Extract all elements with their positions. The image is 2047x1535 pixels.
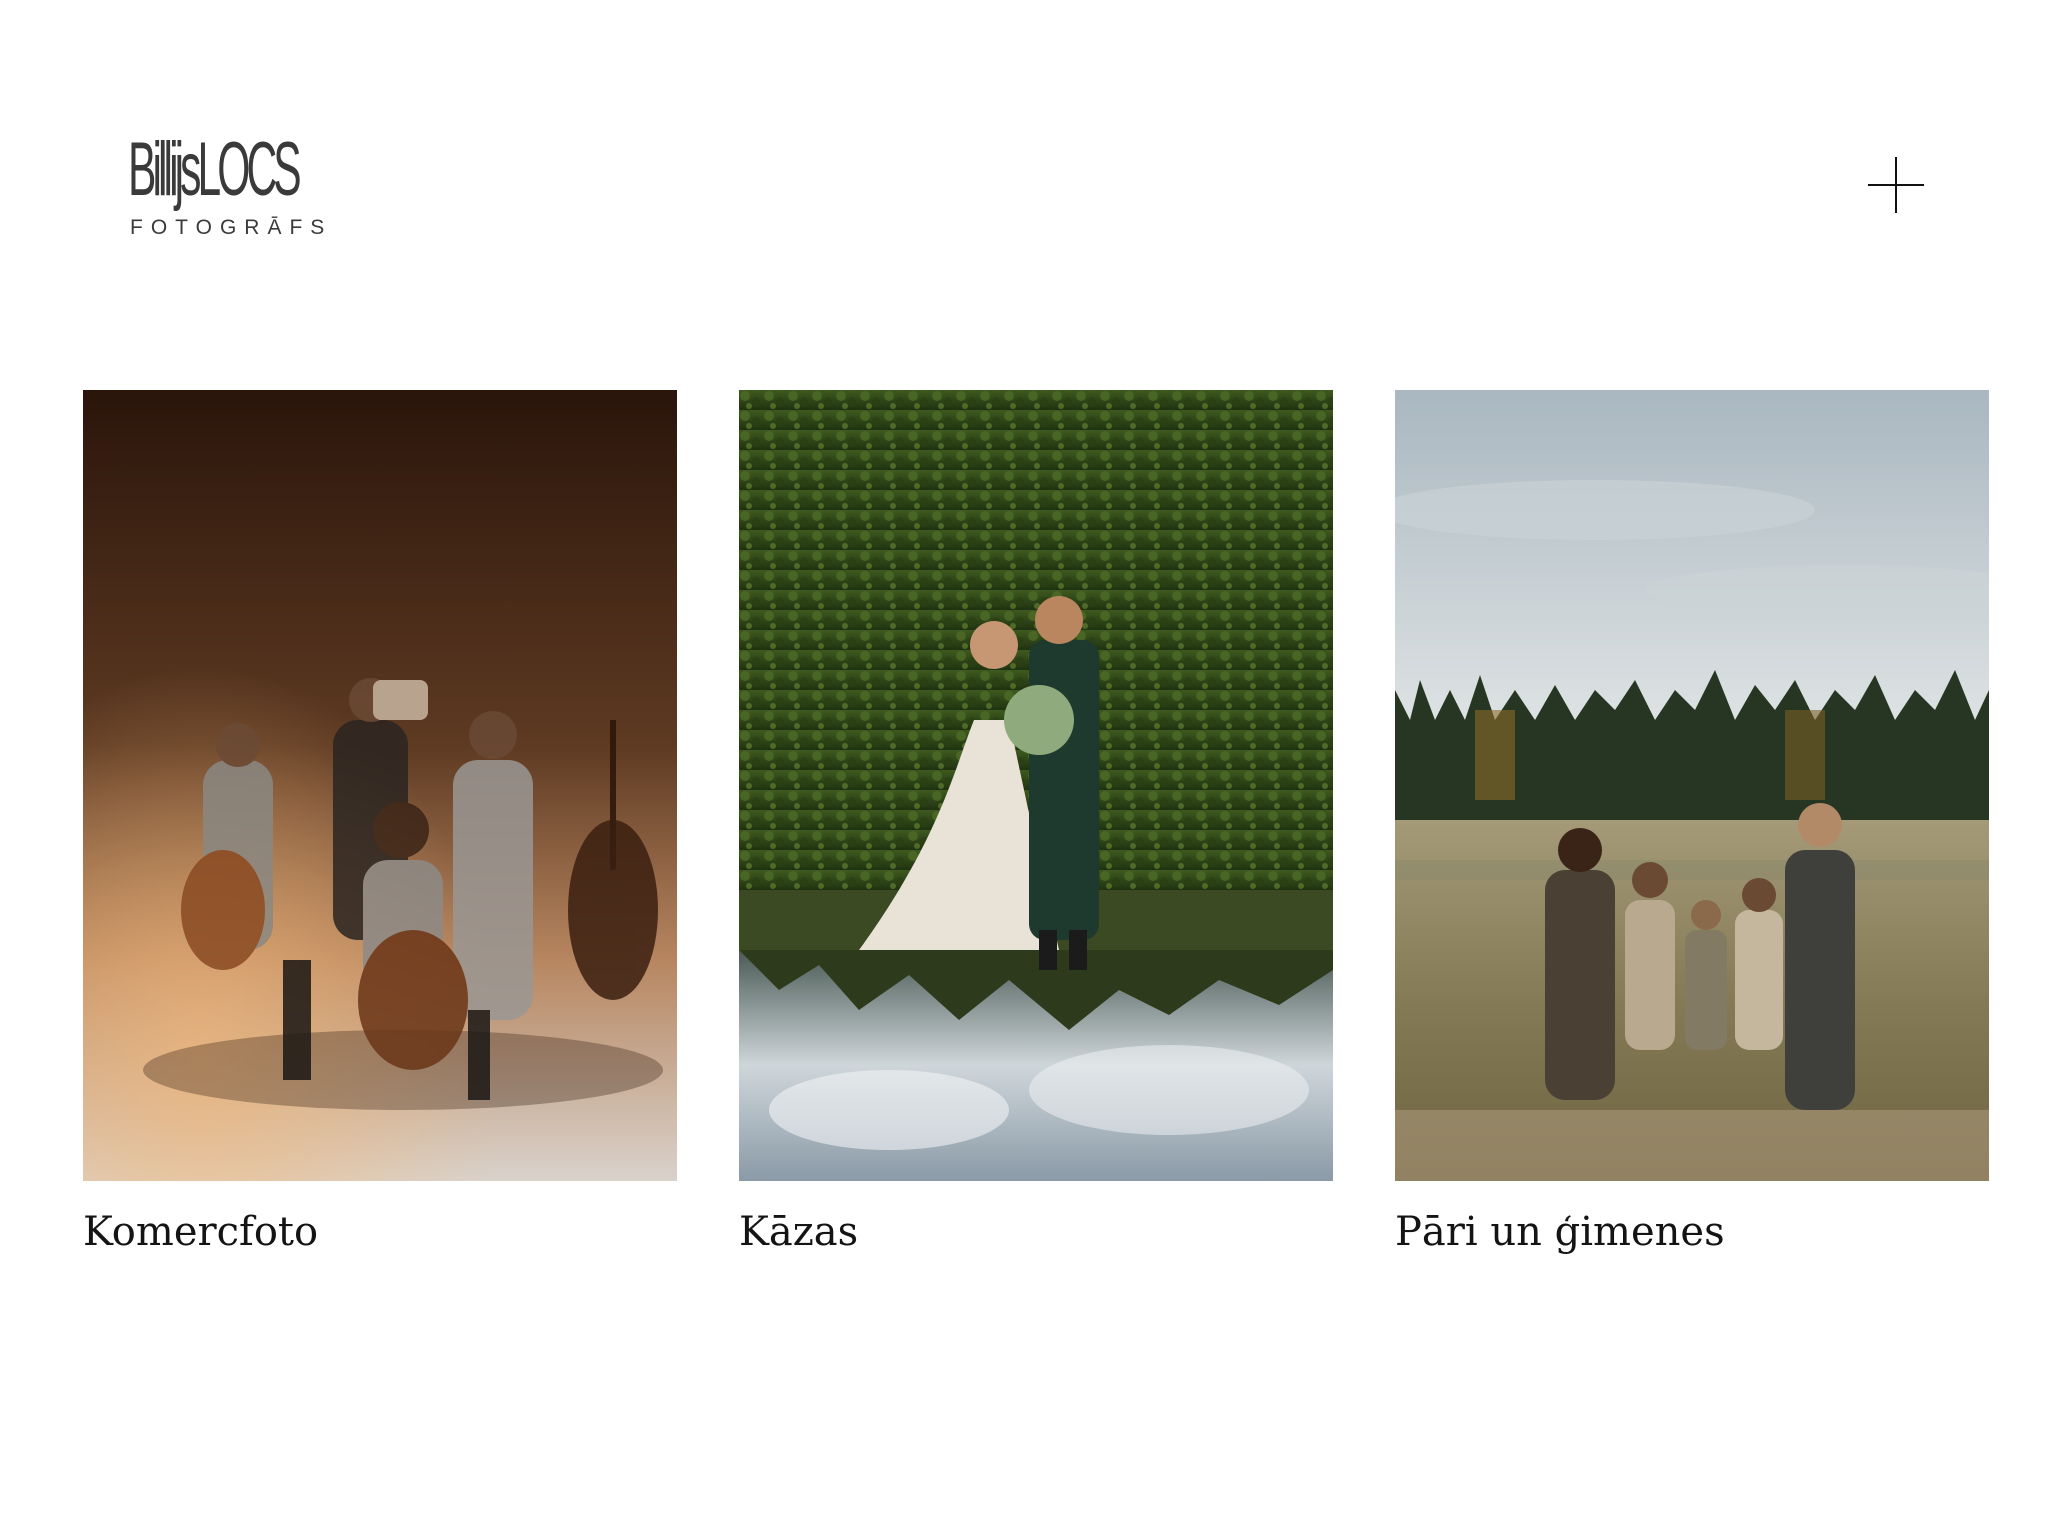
family-photo[interactable]	[1395, 390, 1989, 1181]
site-header: BillijsLOCS FOTOGRĀFS	[0, 0, 2047, 300]
gallery-card-label[interactable]: Pāri un ģimenes	[1395, 1207, 1989, 1257]
gallery-card-wedding[interactable]: Kāzas	[739, 390, 1333, 1257]
logo-name: BillijsLOCS	[128, 127, 302, 212]
category-gallery: Komercfoto Kāzas Pāri un ģimenes	[83, 390, 1989, 1290]
wedding-photo[interactable]	[739, 390, 1333, 1181]
plus-icon	[1868, 157, 1924, 213]
menu-toggle-button[interactable]	[1866, 155, 1926, 215]
commercial-photo[interactable]	[83, 390, 677, 1181]
gallery-card-label[interactable]: Kāzas	[739, 1207, 1333, 1257]
gallery-card-family[interactable]: Pāri un ģimenes	[1395, 390, 1989, 1257]
gallery-card-label[interactable]: Komercfoto	[83, 1207, 677, 1257]
gallery-card-commercial[interactable]: Komercfoto	[83, 390, 677, 1257]
logo-subtitle: FOTOGRĀFS	[130, 216, 333, 239]
site-logo[interactable]: BillijsLOCS FOTOGRĀFS	[128, 128, 338, 243]
